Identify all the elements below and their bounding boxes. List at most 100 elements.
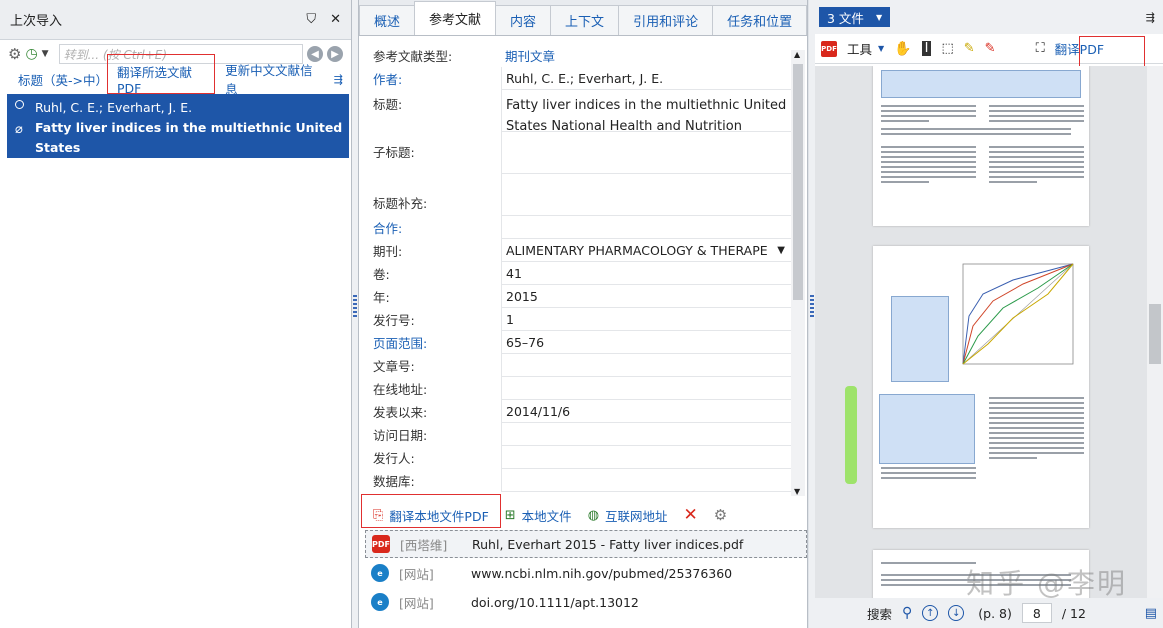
field-row: 文章号: — [359, 354, 791, 377]
field-row: 作者: Ruhl, C. E.; Everhart, J. E. — [359, 67, 791, 90]
field-value[interactable]: Ruhl, C. E.; Everhart, J. E. — [501, 67, 791, 90]
field-value[interactable] — [501, 423, 791, 446]
filter-icon[interactable]: ⛉ — [306, 12, 316, 27]
reference-tabs: 概述 参考文献 内容 上下文 引用和评论 任务和位置 — [359, 0, 808, 36]
web-address-label: 互联网地址 — [605, 508, 668, 524]
attachment-row[interactable]: PDF [西塔维] Ruhl, Everhart 2015 - Fatty li… — [365, 530, 807, 558]
field-row: 页面范围: 65–76 — [359, 331, 791, 354]
field-value[interactable] — [501, 469, 791, 492]
files-dropdown[interactable]: 3 文件 ▼ — [819, 7, 891, 27]
scrollbar-thumb[interactable] — [1149, 304, 1161, 364]
highlighter-icon[interactable]: ✎ — [964, 41, 975, 56]
tab-reference[interactable]: 参考文献 — [414, 1, 497, 35]
field-value[interactable] — [501, 446, 791, 469]
reference-pane: 概述 参考文献 内容 上下文 引用和评论 任务和位置 参考文献类型: 期刊文章 … — [358, 0, 808, 628]
search-icon[interactable]: ⚲ — [902, 605, 912, 621]
edge-icon: e — [371, 564, 389, 582]
field-label[interactable]: 合作: — [359, 218, 501, 237]
tab-context[interactable]: 上下文 — [550, 5, 620, 35]
eraser-icon[interactable]: ✎ — [985, 41, 996, 56]
field-row: 发行号: 1 — [359, 308, 791, 331]
text-select-icon[interactable]: I — [921, 41, 932, 56]
scrollbar-thumb[interactable] — [793, 64, 803, 300]
field-value[interactable]: 期刊文章 — [501, 44, 791, 67]
tab-tasks[interactable]: 任务和位置 — [712, 5, 808, 35]
field-row: 数据库: — [359, 469, 791, 492]
pdf-viewer-pane: 3 文件 ▼ ⇶ PDF 工具 ▼ ✋ I ⬚ ✎ ✎ ⛶ 翻译PDF 搜索 ⚲… — [815, 0, 1163, 628]
field-value[interactable]: 65–76 — [501, 331, 791, 354]
field-label: 数据库: — [373, 474, 415, 489]
hand-icon[interactable]: ✋ — [894, 41, 911, 57]
reference-sub: 2015 – 期刊文章 — [35, 160, 132, 175]
gear-icon[interactable]: ⚙ — [8, 45, 21, 63]
title-translate-link[interactable]: 标题（英->中） — [18, 70, 108, 89]
field-row: 标题补充: — [359, 174, 791, 216]
expand-icon[interactable]: ⇶ — [1146, 11, 1155, 24]
highlight-box — [1079, 36, 1145, 68]
field-value[interactable] — [501, 132, 791, 174]
update-cn-info-link[interactable]: 更新中文文献信息 — [225, 60, 322, 98]
attachment-row[interactable]: e [网站] doi.org/10.1111/apt.13012 — [365, 588, 807, 616]
field-value[interactable] — [501, 377, 791, 400]
field-row: 卷: 41 — [359, 262, 791, 285]
scroll-down-icon[interactable]: ▼ — [794, 487, 800, 496]
field-value[interactable]: 2015 — [501, 285, 791, 308]
pdf-page-area[interactable] — [815, 66, 1147, 598]
marquee-icon[interactable]: ⬚ — [941, 41, 953, 56]
tab-citations[interactable]: 引用和评论 — [618, 5, 714, 35]
fields-scrollbar[interactable]: ▲ ▼ — [791, 50, 805, 496]
highlight-box — [107, 54, 215, 94]
title-line-2: States National Health and Nutrition — [506, 119, 742, 132]
settings-icon[interactable]: ⚙ — [714, 506, 727, 524]
left-pane: 上次导入 ⛉ ✕ ⚙ ◷ ▼ 转到... (按 Ctrl+E) ◀ ▶ 标题（英… — [0, 0, 352, 628]
scroll-up-icon[interactable]: ▲ — [794, 50, 800, 59]
figure-caption — [881, 70, 1081, 98]
save-icon[interactable]: ▤ — [1145, 606, 1157, 621]
field-value[interactable] — [501, 216, 791, 239]
field-row: 年: 2015 — [359, 285, 791, 308]
forward-icon[interactable]: ▶ — [327, 46, 343, 62]
field-label[interactable]: 作者: — [359, 69, 501, 88]
viewer-scrollbar[interactable] — [1147, 66, 1163, 598]
close-icon[interactable]: ✕ — [330, 12, 341, 27]
page-total: / 12 — [1061, 605, 1086, 621]
clock-icon[interactable]: ◷ — [25, 46, 37, 62]
field-row: 在线地址: — [359, 377, 791, 400]
attachment-row[interactable]: e [网站] www.ncbi.nlm.nih.gov/pubmed/25376… — [365, 559, 807, 587]
highlight-box — [361, 494, 501, 528]
field-row: 发表以来: 2014/11/6 — [359, 400, 791, 423]
field-value[interactable]: Fatty liver indices in the multiethnic U… — [501, 90, 791, 132]
page-down-icon[interactable]: ↓ — [948, 605, 965, 621]
field-label[interactable]: 页面范围: — [359, 333, 501, 352]
chevron-down-icon[interactable]: ▼ — [777, 245, 785, 256]
field-value[interactable]: 2014/11/6 — [501, 400, 791, 423]
attachment-clip-icon: ⌀ — [15, 122, 23, 137]
delete-icon[interactable]: ✕ — [684, 505, 698, 525]
field-value[interactable]: 1 — [501, 308, 791, 331]
attachment-kind: [网站] — [399, 595, 434, 611]
attachment-kind: [西塔维] — [400, 537, 448, 553]
page-number-input[interactable]: 8 — [1021, 603, 1052, 623]
pdf-icon: PDF — [821, 40, 837, 57]
field-label: 子标题: — [373, 145, 415, 160]
page-hint: (p. 8) — [978, 605, 1012, 621]
reference-list-item[interactable]: ⌀ Ruhl, C. E.; Everhart, J. E. Fatty liv… — [7, 94, 349, 175]
field-row: 参考文献类型: 期刊文章 — [359, 44, 791, 67]
field-value[interactable]: 41 — [501, 262, 791, 285]
journal-select[interactable]: ALIMENTARY PHARMACOLOGY & THERAPE ▼ — [501, 239, 791, 262]
local-file-button[interactable]: ⊞ 本地文件 — [505, 506, 572, 525]
more-icon[interactable]: ⇶ — [334, 73, 343, 86]
field-value[interactable] — [501, 174, 791, 216]
field-value[interactable] — [501, 354, 791, 377]
field-label: 访问日期: — [373, 428, 428, 443]
tab-content[interactable]: 内容 — [495, 5, 552, 35]
page-up-icon[interactable]: ↑ — [922, 605, 939, 621]
chevron-down-icon[interactable]: ▼ — [42, 49, 49, 59]
pdf-page — [873, 246, 1089, 528]
web-address-button[interactable]: ◍ 互联网地址 — [588, 506, 668, 525]
tab-overview[interactable]: 概述 — [359, 5, 416, 35]
fullscreen-icon[interactable]: ⛶ — [1036, 41, 1045, 56]
figure-caption — [891, 296, 949, 382]
tools-dropdown[interactable]: 工具 ▼ — [847, 39, 884, 58]
field-label: 发表以来: — [373, 405, 428, 420]
